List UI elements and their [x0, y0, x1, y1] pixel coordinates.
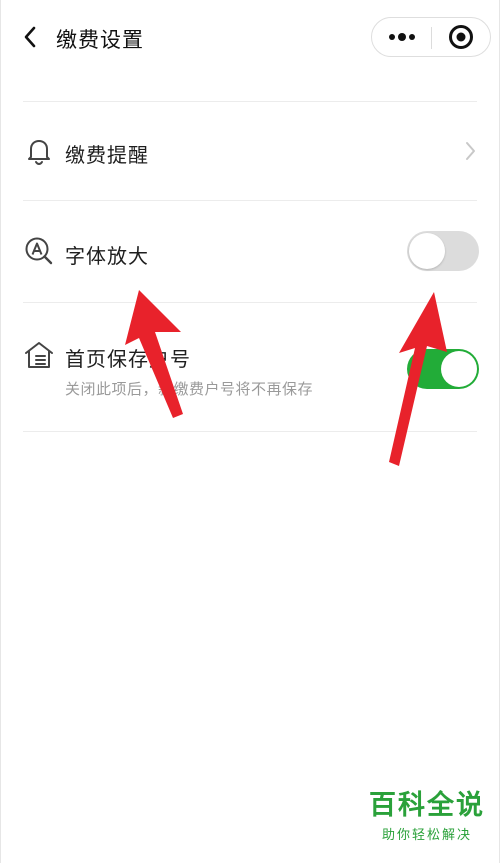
- watermark-title: 百科全说: [369, 790, 485, 821]
- toggle-knob: [441, 351, 477, 387]
- more-button[interactable]: [372, 18, 431, 56]
- save-account-toggle[interactable]: [407, 349, 479, 389]
- more-dots-icon: [388, 33, 415, 41]
- watermark: 百科全说 助你轻松解决: [369, 783, 485, 843]
- setting-label: 缴费提醒: [65, 143, 149, 167]
- setting-label: 首页保存户号: [65, 347, 191, 371]
- nav-bar: 缴费设置: [1, 0, 500, 76]
- close-mini-program-button[interactable]: [432, 18, 490, 56]
- mini-program-capsule: [371, 17, 491, 57]
- bell-icon: [28, 140, 50, 166]
- target-circle-icon: [449, 25, 473, 49]
- setting-row-save-account: 首页保存户号 关闭此项后，新缴费户号将不再保存: [1, 303, 500, 431]
- font-enlarge-toggle[interactable]: [407, 231, 479, 271]
- setting-row-font-enlarge: 字体放大: [1, 201, 500, 302]
- divider: [23, 431, 477, 432]
- setting-subtext: 关闭此项后，新缴费户号将不再保存: [65, 380, 314, 398]
- back-button[interactable]: [15, 22, 45, 52]
- font-magnify-icon: [25, 237, 53, 265]
- setting-label: 字体放大: [65, 244, 149, 268]
- setting-row-payment-reminder[interactable]: 缴费提醒: [1, 102, 500, 200]
- chevron-left-icon: [24, 26, 36, 48]
- house-list-icon: [25, 342, 53, 368]
- watermark-subtitle: 助你轻松解决: [381, 828, 472, 843]
- page-title: 缴费设置: [56, 28, 144, 52]
- chevron-right-icon: [466, 142, 475, 160]
- toggle-knob: [409, 233, 445, 269]
